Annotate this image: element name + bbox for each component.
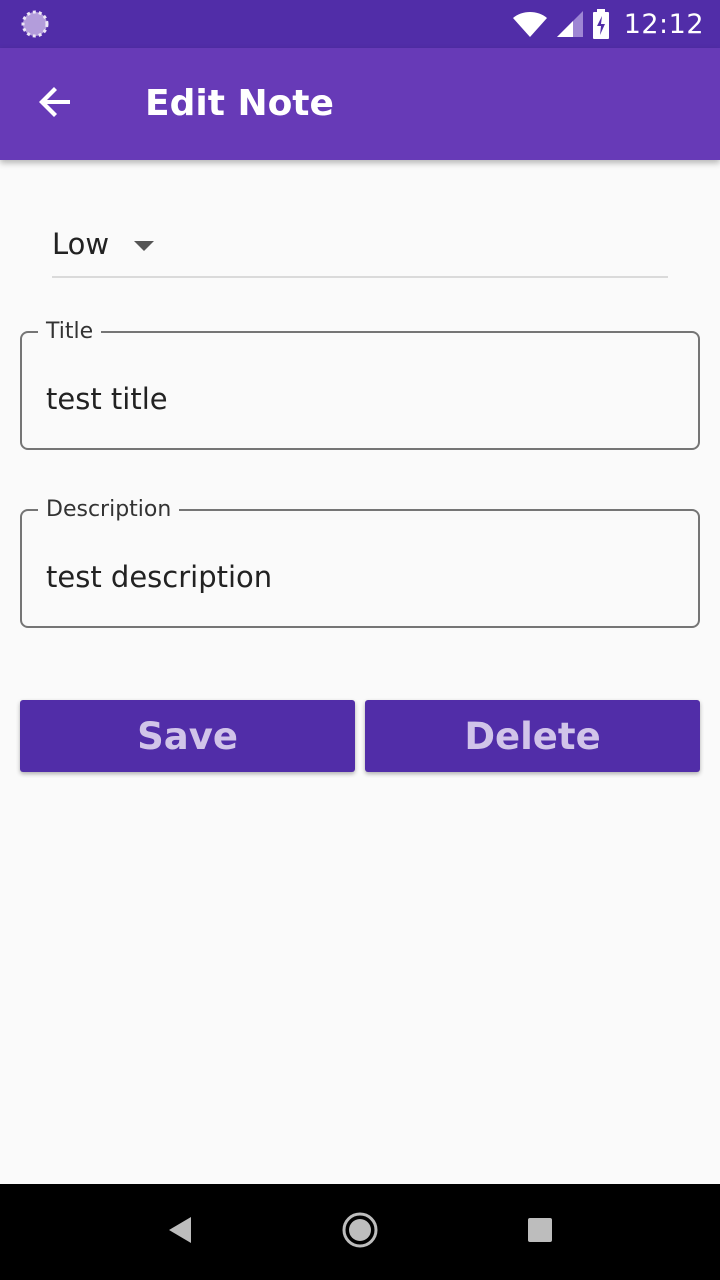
arrow-back-icon (38, 84, 74, 125)
delete-button[interactable]: Delete (365, 700, 700, 772)
arrow-drop-down-icon (134, 241, 154, 251)
description-field-label: Description (46, 497, 172, 522)
app-bar: Edit Note (0, 48, 720, 160)
title-field-label: Title (46, 319, 94, 344)
navigation-bar (0, 1184, 720, 1280)
priority-dropdown[interactable]: Low (52, 212, 668, 278)
sync-icon (20, 9, 50, 39)
status-icons: 12:12 (504, 0, 704, 48)
nav-recents-button[interactable] (512, 1204, 568, 1260)
battery-charging-icon (592, 9, 610, 39)
title-field[interactable]: Title test title (20, 320, 700, 450)
nav-back-icon (166, 1215, 194, 1250)
status-time: 12:12 (623, 8, 704, 40)
save-button[interactable]: Save (20, 700, 355, 772)
wifi-icon (512, 10, 548, 38)
description-field[interactable]: Description test description (20, 498, 700, 628)
nav-home-button[interactable] (332, 1204, 388, 1260)
page-title: Edit Note (145, 83, 334, 124)
title-input[interactable]: test title (46, 382, 168, 416)
back-button[interactable] (28, 76, 84, 132)
description-input[interactable]: test description (46, 560, 272, 594)
nav-home-icon (340, 1210, 380, 1255)
nav-back-button[interactable] (152, 1204, 208, 1260)
priority-selected-value: Low (52, 227, 110, 261)
status-bar: 12:12 (0, 0, 720, 48)
nav-recents-icon (526, 1216, 554, 1249)
signal-icon (556, 10, 584, 38)
